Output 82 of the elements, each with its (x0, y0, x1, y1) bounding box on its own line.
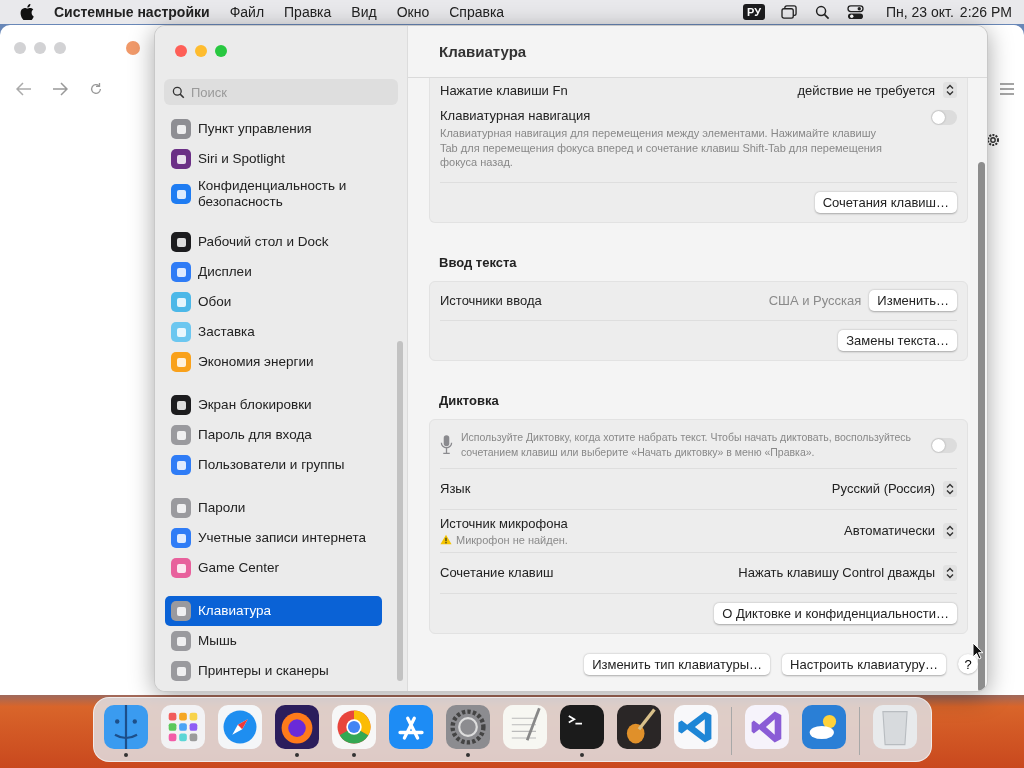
warning-icon (440, 534, 452, 545)
forward-arrow-icon[interactable] (52, 82, 68, 96)
app-icon[interactable] (104, 705, 148, 749)
menu-item[interactable]: Файл (229, 4, 265, 20)
menu-item[interactable]: Справка (449, 4, 505, 20)
footer-button[interactable]: Изменить тип клавиатуры… (584, 653, 771, 675)
sidebar-item[interactable]: Дисплеи (165, 257, 382, 287)
menu-item[interactable]: Вид (351, 4, 377, 20)
sidebar-item[interactable]: Рабочий стол и Dock (165, 227, 382, 257)
section-heading: Ввод текста (439, 254, 518, 270)
chevron-icon (943, 480, 957, 497)
zoom-button[interactable] (215, 45, 227, 57)
setting-label: Источники ввода (440, 293, 542, 308)
sidebar-item[interactable]: Конфиденциальность и безопасность (165, 174, 382, 214)
search-icon (172, 86, 185, 99)
setting-label: Нажатие клавиши Fn (440, 82, 569, 98)
popup-menu[interactable]: Русский (Россия) (831, 480, 957, 497)
search-icon[interactable] (814, 4, 831, 20)
setting-description: Клавиатурная навигация для перемещения между элементами. Нажимайте клавишу Tab для перемещения фокуса вперед и сочетание клавиш Shift-Tab для перемещения фокуса назад. (440, 126, 883, 170)
close-button[interactable] (175, 45, 187, 57)
chevron-icon (943, 82, 957, 98)
setting-label: Язык (440, 481, 472, 496)
sidebar-item[interactable]: Пункт управления (165, 114, 382, 144)
chevron-icon (943, 522, 957, 539)
app-menu[interactable]: Системные настройки (54, 4, 210, 20)
menu-icon[interactable] (1000, 83, 1014, 95)
back-arrow-icon[interactable] (16, 82, 32, 96)
warning-text: Микрофон не найден. (456, 533, 568, 546)
scrollbar[interactable] (397, 341, 403, 681)
setting-value: США и Русская (768, 293, 862, 308)
input-source-indicator[interactable]: РУ (742, 4, 765, 20)
menu-date[interactable]: Пн, 23 окт. (886, 4, 954, 20)
sidebar-item[interactable]: Экономия энергии (165, 347, 382, 377)
window-title: Клавиатура (439, 43, 527, 60)
sidebar-item[interactable]: Принтеры и сканеры (165, 656, 382, 686)
sidebar-item[interactable]: Мышь (165, 626, 382, 656)
sidebar-item[interactable]: Пароль для входа (165, 420, 382, 450)
mouse-cursor-icon (972, 642, 984, 660)
action-button[interactable]: О Диктовке и конфиденциальности… (714, 602, 957, 624)
dock-divider (731, 707, 732, 755)
app-icon[interactable] (275, 705, 319, 749)
setting-label: Источник микрофона (440, 515, 569, 531)
popup-menu[interactable]: Нажать клавишу Control дважды (738, 564, 957, 581)
gear-icon[interactable] (985, 132, 1001, 148)
footer-button[interactable]: Настроить клавиатуру… (782, 653, 946, 675)
popup-menu[interactable]: Автоматически (844, 522, 957, 539)
menu-item[interactable]: Правка (284, 4, 332, 20)
app-icon[interactable] (617, 705, 661, 749)
toggle-switch[interactable] (931, 110, 957, 125)
apple-logo-icon[interactable] (20, 4, 34, 20)
windows-icon[interactable] (781, 4, 798, 20)
menu-time[interactable]: 2:26 PM (959, 4, 1012, 20)
action-button[interactable]: Сочетания клавиш… (814, 191, 957, 213)
tab-favicon-icon[interactable] (126, 41, 140, 55)
setting-label: Клавиатурная навигация (440, 108, 592, 123)
help-button[interactable]: ? (958, 654, 978, 674)
reload-icon[interactable] (88, 82, 104, 96)
control-center-icon[interactable] (847, 4, 864, 20)
search-field[interactable]: Поиск (164, 79, 398, 105)
setting-description: Используйте Диктовку, когда хотите набрать текст. Чтобы начать диктовать, воспользуйтесь сочетанием клавиш или выберите «Начать диктовку» в меню «Правка». (461, 430, 913, 459)
sidebar-item[interactable]: Пользователи и группы (165, 450, 382, 480)
microphone-icon (440, 434, 453, 455)
sidebar-item[interactable]: Учетные записи интернета (165, 523, 382, 553)
edit-button[interactable]: Изменить… (869, 290, 957, 311)
popup-menu[interactable]: действие не требуется (797, 82, 957, 98)
sidebar-item[interactable]: Экран блокировки (165, 390, 382, 420)
sidebar-item[interactable]: Game Center (165, 553, 382, 583)
sidebar-item[interactable]: Пароли (165, 493, 382, 523)
chevron-icon (943, 564, 957, 581)
dock-divider (859, 707, 860, 755)
app-icon[interactable] (560, 705, 604, 749)
sidebar-item[interactable]: Обои (165, 287, 382, 317)
sidebar-item[interactable]: Siri и Spotlight (165, 144, 382, 174)
section-heading: Диктовка (439, 392, 500, 408)
app-icon[interactable] (446, 705, 490, 749)
scrollbar[interactable] (978, 162, 985, 691)
toggle-switch[interactable] (931, 438, 957, 453)
sidebar-item[interactable]: Клавиатура (165, 596, 382, 626)
menu-item[interactable]: Окно (396, 4, 430, 20)
sidebar-item[interactable]: Заставка (165, 317, 382, 347)
action-button[interactable]: Замены текста… (838, 329, 957, 351)
setting-label: Сочетание клавиш (440, 565, 555, 580)
